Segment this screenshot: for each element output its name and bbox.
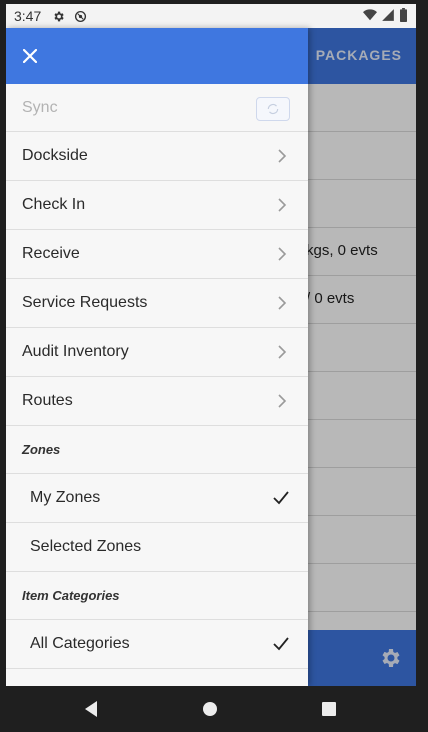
option-all-categories[interactable]: All Categories (6, 620, 308, 669)
close-button[interactable] (16, 42, 44, 70)
menu-item-label: Check In (22, 196, 86, 213)
option-label: Selected Zones (30, 538, 142, 555)
menu-item-service-requests[interactable]: Service Requests (6, 279, 308, 328)
chevron-right-icon (278, 198, 287, 212)
navigation-drawer: Sync Dockside Check In Receive Service R… (6, 28, 308, 686)
wifi-icon (363, 9, 377, 21)
status-time: 3:47 (14, 8, 42, 24)
recents-icon[interactable] (320, 700, 338, 718)
drawer-header (6, 28, 308, 84)
option-my-zones[interactable]: My Zones (6, 474, 308, 523)
chevron-right-icon (278, 296, 287, 310)
close-icon (23, 49, 37, 63)
chevron-right-icon (278, 394, 287, 408)
sync-item[interactable]: Sync (6, 84, 308, 132)
sync-label: Sync (22, 98, 58, 116)
menu-item-routes[interactable]: Routes (6, 377, 308, 426)
menu-item-audit-inventory[interactable]: Audit Inventory (6, 328, 308, 377)
chevron-right-icon (278, 149, 287, 163)
option-label: All Categories (30, 635, 130, 652)
section-heading-item-categories: Item Categories (6, 572, 308, 620)
chevron-right-icon (278, 345, 287, 359)
battery-icon (400, 8, 407, 22)
screen: 3:47 PACKAGES kgs, 0 evts / 0 evts Sync … (6, 4, 416, 686)
settings-icon (51, 9, 65, 23)
checkmark-icon (273, 637, 289, 651)
menu-item-label: Audit Inventory (22, 343, 129, 360)
signal-icon (382, 9, 394, 21)
option-label: My Zones (30, 489, 101, 506)
menu-item-check-in[interactable]: Check In (6, 181, 308, 230)
menu-item-label: Routes (22, 392, 73, 409)
system-nav-bar (0, 686, 428, 732)
chevron-right-icon (278, 247, 287, 261)
sync-status-icon (73, 9, 87, 23)
sync-icon[interactable] (256, 97, 290, 121)
device-frame: 3:47 PACKAGES kgs, 0 evts / 0 evts Sync … (0, 0, 428, 732)
back-icon[interactable] (83, 700, 101, 718)
menu-item-receive[interactable]: Receive (6, 230, 308, 279)
status-bar: 3:47 (6, 4, 416, 28)
menu-item-label: Dockside (22, 147, 88, 164)
option-selected-zones[interactable]: Selected Zones (6, 523, 308, 572)
menu-item-label: Receive (22, 245, 80, 262)
menu-item-label: Service Requests (22, 294, 148, 311)
checkmark-icon (273, 491, 289, 505)
home-icon[interactable] (201, 700, 219, 718)
menu-item-dockside[interactable]: Dockside (6, 132, 308, 181)
status-right-icons (363, 8, 408, 22)
section-heading-zones: Zones (6, 426, 308, 474)
